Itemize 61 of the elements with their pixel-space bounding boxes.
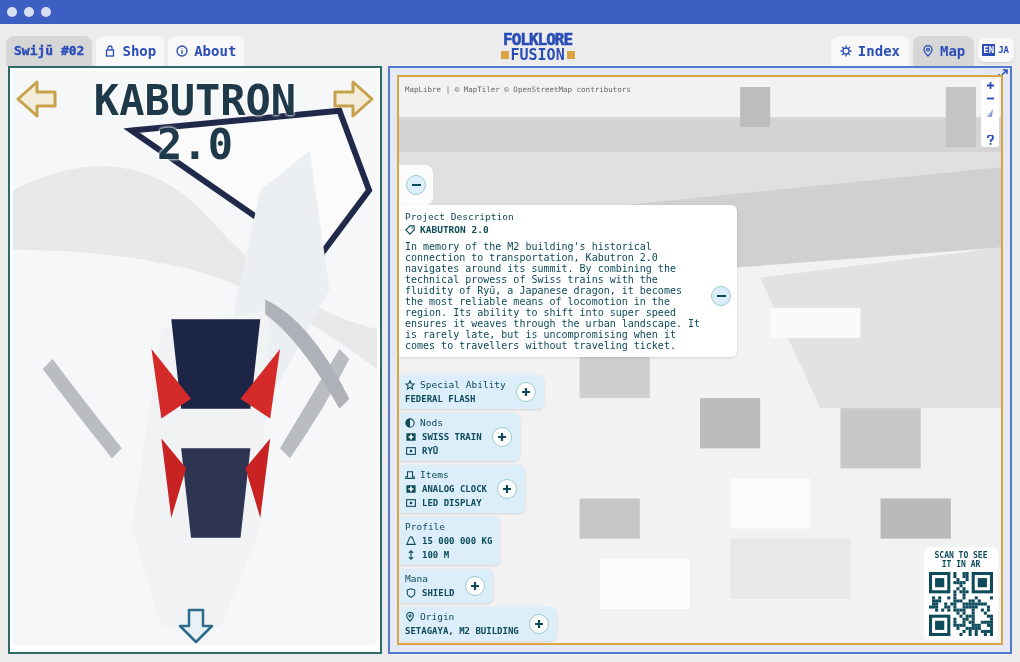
cross-box-icon [405, 432, 417, 442]
cross-box-icon [405, 484, 417, 494]
tab[interactable]: Swijū #02 [6, 36, 93, 66]
project-name: KABUTRON 2.0 [420, 224, 489, 236]
expand-button[interactable] [491, 427, 512, 447]
qr-caption: SCAN TO SEE IT IN AR [933, 551, 989, 569]
tag-icon [405, 225, 415, 235]
plus-icon [533, 619, 544, 629]
tab[interactable]: Map [913, 36, 975, 66]
card-label: Mana [405, 573, 428, 585]
dot-box-icon [405, 446, 417, 456]
card-value: SWISS TRAIN [422, 431, 482, 443]
arrow-right-icon[interactable] [331, 79, 375, 119]
plus-icon [469, 581, 480, 591]
card-value: FEDERAL FLASH [405, 393, 476, 405]
language-option[interactable]: JA [997, 44, 1010, 56]
card-value: 15 000 000 KG [422, 535, 493, 547]
expand-button[interactable] [515, 382, 536, 402]
card-value: ANALOG CLOCK [422, 483, 488, 495]
bag-icon [104, 45, 117, 57]
card-value: SETAGAYA, M2 BUILDING [405, 625, 519, 637]
card-label: Profile [405, 521, 446, 533]
card-label: Nods [420, 417, 443, 429]
tab[interactable]: About [168, 36, 245, 66]
character-title: KABUTRON 2.0 [92, 79, 298, 167]
expand-button[interactable] [528, 614, 549, 634]
expand-button[interactable] [497, 479, 518, 499]
card-label: Origin [420, 611, 455, 623]
collapse-button[interactable] [711, 286, 731, 306]
card-label: Items [420, 469, 449, 481]
hat-icon [405, 470, 415, 480]
arrow-down-icon[interactable] [177, 607, 215, 645]
card-value: 100 M [422, 549, 450, 561]
weight-icon [405, 536, 417, 546]
plus-icon [520, 387, 531, 397]
card-value: RYŪ [422, 445, 439, 457]
half-circle-icon [405, 418, 415, 428]
star-icon [405, 380, 415, 390]
height-icon [405, 550, 417, 560]
logo: FOLKLORE FUSION [500, 31, 575, 63]
description-text: In memory of the M2 building's historical connection to transportation, Kabutron 2.0 navigates around its summit. By combining the technical prowess of Swiss trains with the fluidity of Ryū, a Japanese dragon, it becomes the most reliable means of locomotion in the region. Its ability to shift into super speed ensures it weaves through the urban landscape. It is rarely late, but is uncompromising when it comes to travellers without traveling ticket. [405, 241, 701, 351]
card-value: LED DISPLAY [422, 497, 482, 509]
tab[interactable]: Shop [96, 36, 165, 66]
dot-box-icon [405, 498, 417, 508]
qr-code [929, 572, 993, 636]
plus-icon [496, 432, 507, 442]
shield-icon [405, 588, 417, 598]
card-label: Special Ability [420, 379, 506, 391]
help-icon[interactable] [986, 135, 994, 145]
gear-icon [839, 45, 852, 57]
info-icon [176, 45, 189, 57]
card-value: SHIELD [422, 587, 455, 599]
tab[interactable]: Index [830, 36, 909, 66]
language-option[interactable]: EN [982, 44, 996, 56]
pin-icon [922, 45, 934, 57]
expand-button[interactable] [464, 576, 485, 596]
collapse-button[interactable] [406, 175, 426, 195]
zoom-in-icon[interactable] [985, 81, 995, 90]
description-heading: Project Description [405, 211, 515, 223]
plus-icon [502, 484, 513, 494]
pin-icon [405, 612, 415, 622]
